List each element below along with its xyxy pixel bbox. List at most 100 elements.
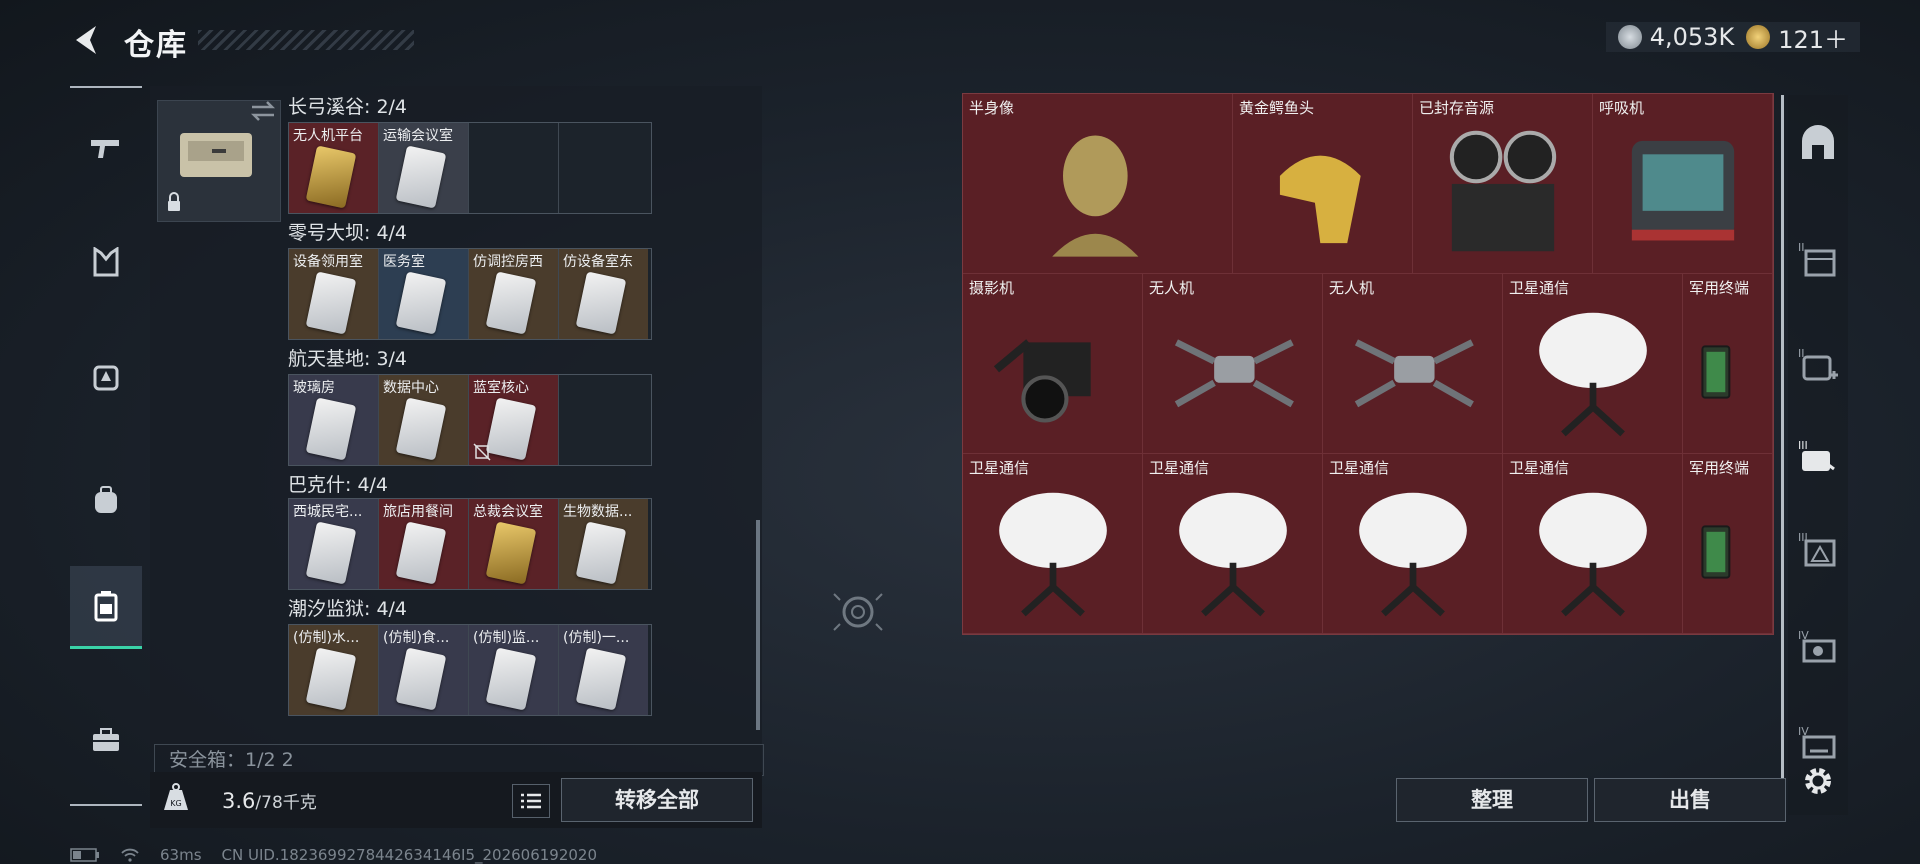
nav-divider <box>70 86 142 88</box>
currency-gold-value: 121＋ <box>1778 25 1848 54</box>
keycard-row: (仿制)水... (仿制)食... (仿制)监... (仿制)一... <box>288 624 652 716</box>
stash-item-label: 卫星通信 <box>1509 279 1570 297</box>
keycard-slot[interactable]: (仿制)一... <box>559 625 648 715</box>
currency-silver-value: 4,053K <box>1649 23 1735 51</box>
stash-item[interactable]: 黄金鳄鱼头 <box>1233 94 1413 274</box>
swap-arrows-icon[interactable] <box>250 100 276 122</box>
stash-item[interactable]: 呼吸机 <box>1593 94 1773 274</box>
workbench-tier-4-icon: IV <box>1798 629 1836 663</box>
right-nav-hand-3[interactable]: III <box>1788 427 1848 487</box>
title-decoration <box>198 30 414 50</box>
nav-item-armor[interactable] <box>70 222 142 302</box>
right-nav-medical-2[interactable]: II <box>1788 335 1848 395</box>
nav-item-backpack[interactable] <box>70 460 142 540</box>
storage-tier-2-icon: II <box>1798 241 1836 277</box>
status-bar: 63ms CN UID.1823699278442634146I5_202606… <box>70 846 597 864</box>
keycard-slot[interactable]: 数据中心 <box>379 375 469 465</box>
keycard-icon <box>305 521 357 585</box>
currency-silver[interactable]: 4,053K <box>1617 23 1735 51</box>
keycard-icon <box>575 271 627 335</box>
medical-tier-2-icon: II <box>1798 347 1838 381</box>
keycard-slot[interactable]: 无人机平台 <box>289 123 379 213</box>
keycard-slot[interactable]: 玻璃房 <box>289 375 379 465</box>
stash-item[interactable]: 无人机 <box>1323 274 1503 454</box>
slot-label: 无人机平台 <box>293 128 363 144</box>
keycard-slot[interactable]: (仿制)监... <box>469 625 559 715</box>
stash-grid: 半身像 黄金鳄鱼头 已封存音源 呼吸机 摄影机 无人机 无人机 卫星通信 军用终端 卫星通信 卫星通… <box>962 93 1774 635</box>
military-terminal-icon <box>1701 345 1731 399</box>
stash-item-label: 军用终端 <box>1689 459 1750 477</box>
slot-label: 总裁会议室 <box>473 504 543 520</box>
stash-item[interactable]: 摄影机 <box>963 274 1143 454</box>
keycard-icon <box>485 397 537 461</box>
slot-label: 旅店用餐间 <box>383 504 453 520</box>
left-panel-scrollbar[interactable] <box>756 520 760 730</box>
stash-item[interactable]: 军用终端 <box>1683 454 1773 634</box>
right-nav-stash[interactable] <box>1788 113 1848 173</box>
wifi-icon <box>121 848 139 862</box>
slot-label: (仿制)监... <box>473 630 540 646</box>
keycard-slot[interactable] <box>559 375 648 465</box>
nav-item-toolbox[interactable] <box>70 700 142 780</box>
group-header: 航天基地: 3/4 <box>288 348 408 370</box>
keycard-slot[interactable]: (仿制)水... <box>289 625 379 715</box>
stash-item[interactable]: 卫星通信 <box>1503 454 1683 634</box>
slot-label: 玻璃房 <box>293 380 335 396</box>
sort-button[interactable]: 整理 <box>1396 778 1588 822</box>
stash-item[interactable]: 卫星通信 <box>1323 454 1503 634</box>
keycard-slot[interactable]: (仿制)食... <box>379 625 469 715</box>
keycard-icon <box>305 397 357 461</box>
list-view-button[interactable] <box>512 784 550 818</box>
keycard-icon <box>485 521 537 585</box>
back-arrow-icon[interactable] <box>70 22 106 58</box>
settings-gear-icon <box>1805 768 1831 794</box>
stash-item[interactable]: 卫星通信 <box>1143 454 1323 634</box>
sell-button[interactable]: 出售 <box>1594 778 1786 822</box>
currency-gold[interactable]: 121＋ <box>1746 20 1848 55</box>
drone-icon <box>1174 339 1294 408</box>
keycard-slot[interactable]: 仿调控房西 <box>469 249 559 339</box>
group-header: 零号大坝: 4/4 <box>288 222 408 244</box>
right-nav-storage-3[interactable]: III <box>1788 519 1848 579</box>
backpack-icon <box>95 486 117 513</box>
satellite-dish-icon <box>1539 492 1647 617</box>
stash-item[interactable]: 无人机 <box>1143 274 1323 454</box>
keycard-slot[interactable] <box>559 123 648 213</box>
keycard-icon <box>575 647 627 711</box>
stash-item[interactable]: 军用终端 <box>1683 274 1773 454</box>
keycard-slot[interactable]: 总裁会议室 <box>469 499 559 589</box>
weight-capacity: /78千克 <box>255 793 317 813</box>
keycard-slot[interactable]: 设备领用室 <box>289 249 379 339</box>
keycard-slot[interactable]: 仿设备室东 <box>559 249 648 339</box>
keycard-slot[interactable]: 旅店用餐间 <box>379 499 469 589</box>
keycard-slot[interactable]: 西城民宅... <box>289 499 379 589</box>
right-facility-nav: II II III III IV IV <box>1788 95 1848 815</box>
stash-scrollbar[interactable] <box>1781 95 1784 780</box>
stash-item[interactable]: 半身像 <box>963 94 1233 274</box>
transfer-all-button[interactable]: 转移全部 <box>561 778 753 822</box>
stash-item-label: 卫星通信 <box>1149 459 1210 477</box>
armor-vest-icon <box>93 247 119 277</box>
right-nav-storage-2[interactable]: II <box>1788 229 1848 289</box>
stash-item[interactable]: 已封存音源 <box>1413 94 1593 274</box>
keycard-slot[interactable]: 蓝室核心 <box>469 375 559 465</box>
stash-item[interactable]: 卫星通信 <box>963 454 1143 634</box>
nav-item-container[interactable] <box>70 566 142 649</box>
container-icon <box>94 591 118 622</box>
keycard-slot[interactable]: 生物数据... <box>559 499 648 589</box>
keycard-icon <box>485 271 537 335</box>
slot-label: 生物数据... <box>563 504 633 520</box>
keycard-slot[interactable] <box>469 123 559 213</box>
left-category-nav <box>70 86 142 806</box>
nav-item-weapons[interactable] <box>70 108 142 188</box>
keycard-slot[interactable]: 医务室 <box>379 249 469 339</box>
settings-button[interactable] <box>1788 751 1848 811</box>
stash-item[interactable]: 卫星通信 <box>1503 274 1683 454</box>
right-nav-workbench-4[interactable]: IV <box>1788 617 1848 677</box>
keycard-icon <box>305 145 357 209</box>
keycard-slot[interactable]: 运输会议室 <box>379 123 469 213</box>
nav-item-chest-rig[interactable] <box>70 336 142 416</box>
satellite-dish-icon <box>999 492 1107 617</box>
storage-tier-3-icon: III <box>1798 531 1836 567</box>
group-header: 潮汐监狱: 4/4 <box>288 598 408 620</box>
